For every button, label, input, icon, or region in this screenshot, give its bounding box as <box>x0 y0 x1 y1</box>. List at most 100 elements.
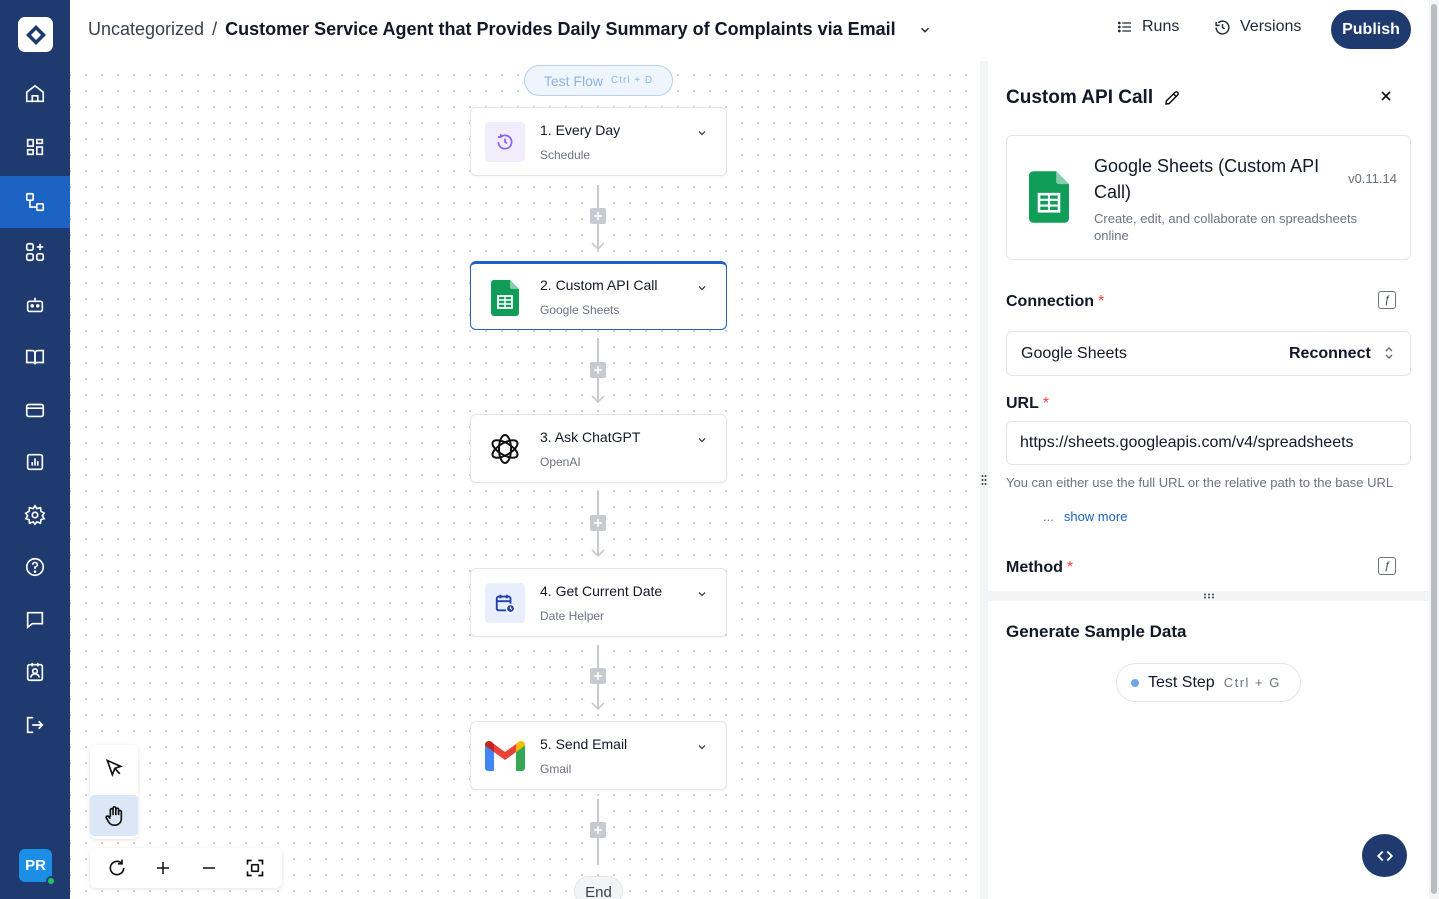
connection-formula-toggle[interactable]: ƒ <box>1378 291 1396 309</box>
sidebar-item-flows[interactable] <box>0 176 70 228</box>
close-panel-button[interactable] <box>1378 88 1394 109</box>
method-formula-toggle[interactable]: ƒ <box>1378 557 1396 575</box>
test-step-button[interactable]: Test Step Ctrl + G <box>1116 663 1301 702</box>
sidebar-item-help[interactable] <box>0 541 70 593</box>
settings-icon <box>24 504 46 526</box>
resize-handle-vertical[interactable] <box>980 472 988 488</box>
grip-icon <box>1203 593 1214 599</box>
add-step-button[interactable] <box>590 362 606 378</box>
plus-icon <box>594 826 602 834</box>
add-step-button[interactable] <box>590 515 606 531</box>
chevron-down-icon <box>698 592 706 597</box>
sidebar-item-logout[interactable] <box>0 699 70 751</box>
step-title: 1. Every Day <box>540 122 621 138</box>
zoom-in-button[interactable] <box>143 848 183 888</box>
sidebar-item-settings[interactable] <box>0 489 70 541</box>
sidebar-item-billing[interactable] <box>0 384 70 436</box>
flow-step-2[interactable]: 2. Custom API Call Google Sheets <box>470 261 727 330</box>
apps-icon <box>25 242 45 262</box>
billing-icon <box>25 403 45 418</box>
flow-step-1[interactable]: 1. Every Day Schedule <box>470 107 727 176</box>
test-flow-label: Test Flow <box>543 72 603 89</box>
url-field[interactable] <box>1006 421 1411 465</box>
status-dot <box>1131 678 1139 687</box>
test-flow-shortcut: Ctrl + D <box>610 75 654 86</box>
step-subtitle: Date Helper <box>540 609 605 623</box>
add-step-button[interactable] <box>590 668 606 684</box>
method-label: Method * <box>1006 559 1073 577</box>
show-more-link[interactable]: show more <box>1064 509 1128 524</box>
plus-icon <box>594 519 602 527</box>
step-title: 2. Custom API Call <box>540 277 658 293</box>
sidebar-item-contacts[interactable] <box>0 646 70 698</box>
code-toggle-button[interactable] <box>1362 834 1407 877</box>
arrow-down-icon <box>591 395 605 404</box>
sidebar-item-home[interactable] <box>0 68 70 120</box>
pointer-icon <box>105 758 123 777</box>
scrollbar-thumb[interactable] <box>1431 4 1437 894</box>
publish-button[interactable]: Publish <box>1331 10 1411 49</box>
versions-label: Versions <box>1240 18 1302 35</box>
breadcrumb-folder[interactable]: Uncategorized <box>88 19 204 40</box>
step-menu-chevron[interactable] <box>696 126 708 144</box>
list-icon <box>1118 21 1131 33</box>
versions-button[interactable]: Versions <box>1214 18 1301 36</box>
connection-value: Google Sheets <box>1021 345 1127 362</box>
sidebar-item-agents[interactable] <box>0 279 70 331</box>
pan-mode-button[interactable] <box>90 795 138 836</box>
flow-menu-chevron[interactable] <box>918 23 932 37</box>
fit-view-button[interactable] <box>235 848 275 888</box>
test-flow-button[interactable]: Test Flow Ctrl + D <box>524 65 673 96</box>
panel-title-text: Custom API Call <box>1006 87 1154 108</box>
flow-step-5[interactable]: 5. Send Email Gmail <box>470 721 727 790</box>
piece-version: v0.11.14 <box>1348 171 1397 186</box>
bot-icon <box>26 297 44 313</box>
fit-screen-icon <box>246 859 264 877</box>
zoom-out-button[interactable] <box>189 848 229 888</box>
step-title: 4. Get Current Date <box>540 583 663 599</box>
sidebar-item-analytics[interactable] <box>0 436 70 488</box>
piece-name: Google Sheets (Custom API Call) <box>1094 156 1320 202</box>
flow-step-4[interactable]: 4. Get Current Date Date Helper <box>470 568 727 637</box>
avatar[interactable]: PR <box>19 849 56 886</box>
app-logo[interactable] <box>18 17 53 52</box>
sidebar-item-chat[interactable] <box>0 594 70 646</box>
plus-icon <box>594 672 602 680</box>
flow-canvas[interactable]: Test Flow Ctrl + D 1. Every Day Schedule… <box>70 61 980 899</box>
step-title: 3. Ask ChatGPT <box>540 429 641 445</box>
reconnect-button[interactable]: Reconnect <box>1289 345 1371 363</box>
reset-view-button[interactable] <box>97 848 137 888</box>
sidebar: PR <box>0 0 70 899</box>
select-mode-button[interactable] <box>90 747 138 788</box>
hand-icon <box>105 805 123 826</box>
edit-pencil-icon[interactable] <box>1163 89 1181 107</box>
add-step-button[interactable] <box>590 208 606 224</box>
sidebar-item-docs[interactable] <box>0 331 70 383</box>
sidebar-item-dashboard[interactable] <box>0 121 70 173</box>
runs-label: Runs <box>1142 18 1180 35</box>
panel-scrollbar[interactable] <box>1429 0 1439 899</box>
step-menu-chevron[interactable] <box>696 587 708 605</box>
close-icon <box>1381 91 1391 101</box>
step-menu-chevron[interactable] <box>696 433 708 451</box>
flows-icon <box>25 192 45 212</box>
end-node: End <box>574 876 623 899</box>
runs-button[interactable]: Runs <box>1117 18 1179 36</box>
flow-step-3[interactable]: 3. Ask ChatGPT OpenAI <box>470 414 727 483</box>
connection-label: Connection * <box>1006 293 1104 311</box>
show-more-row: ... show more <box>1043 509 1127 524</box>
step-menu-chevron[interactable] <box>696 281 708 299</box>
arrow-down-icon <box>591 702 605 711</box>
resize-handle-horizontal[interactable] <box>988 591 1429 601</box>
zoom-toolbar <box>90 848 282 888</box>
connection-select[interactable]: Google Sheets Reconnect <box>1006 331 1411 376</box>
sidebar-item-apps[interactable] <box>0 226 70 278</box>
step-menu-chevron[interactable] <box>696 740 708 758</box>
avatar-initials: PR <box>25 857 46 874</box>
add-step-button[interactable] <box>590 822 606 838</box>
google-sheets-icon <box>1029 171 1069 228</box>
schedule-icon <box>485 122 525 162</box>
flow-name[interactable]: Customer Service Agent that Provides Dai… <box>225 19 896 40</box>
url-input[interactable] <box>1020 422 1400 464</box>
chevron-down-icon <box>698 286 706 291</box>
